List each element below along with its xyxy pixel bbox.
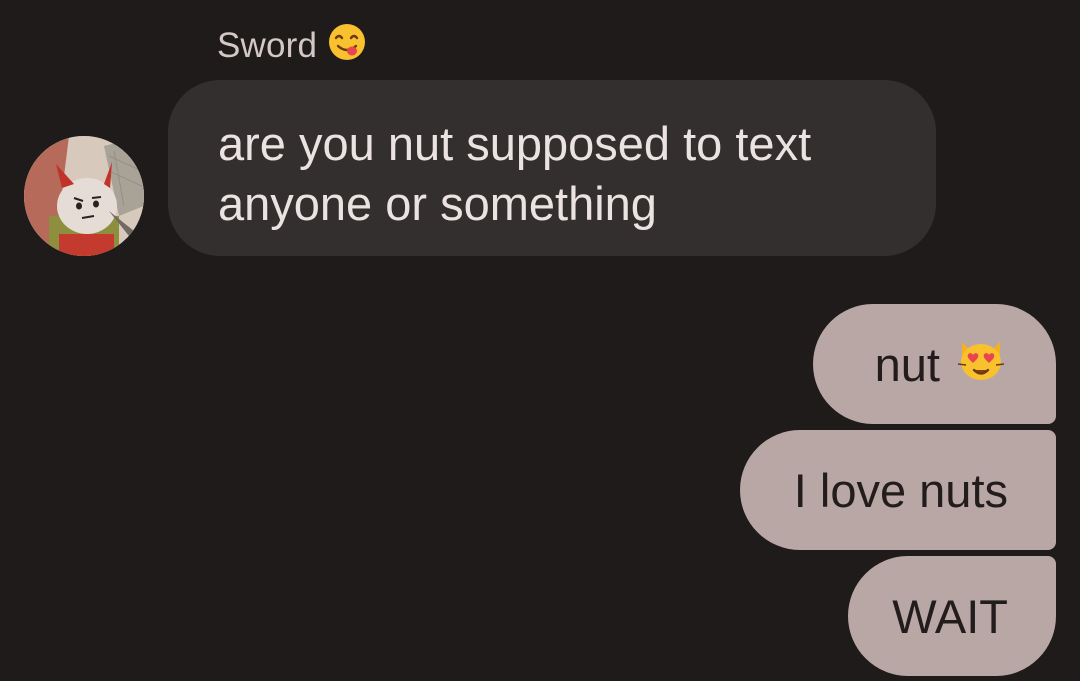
outgoing-message-bubble[interactable]: nut <box>813 304 1056 424</box>
outgoing-message-text: WAIT <box>892 589 1008 643</box>
outgoing-message-text: nut <box>874 337 940 391</box>
incoming-message-bubble[interactable]: are you nut supposed to text anyone or s… <box>168 80 936 256</box>
outgoing-message-bubble[interactable]: WAIT <box>848 556 1056 676</box>
face-savoring-food-emoji-icon <box>327 22 367 71</box>
sender-name-row: Sword <box>217 22 367 71</box>
smiling-cat-heart-eyes-emoji-icon <box>954 332 1008 397</box>
incoming-message-text: are you nut supposed to text anyone or s… <box>218 117 812 230</box>
sender-name[interactable]: Sword <box>217 26 317 66</box>
outgoing-message-text: I love nuts <box>793 463 1008 517</box>
avatar[interactable] <box>24 136 144 256</box>
outgoing-message-bubble[interactable]: I love nuts <box>740 430 1056 550</box>
